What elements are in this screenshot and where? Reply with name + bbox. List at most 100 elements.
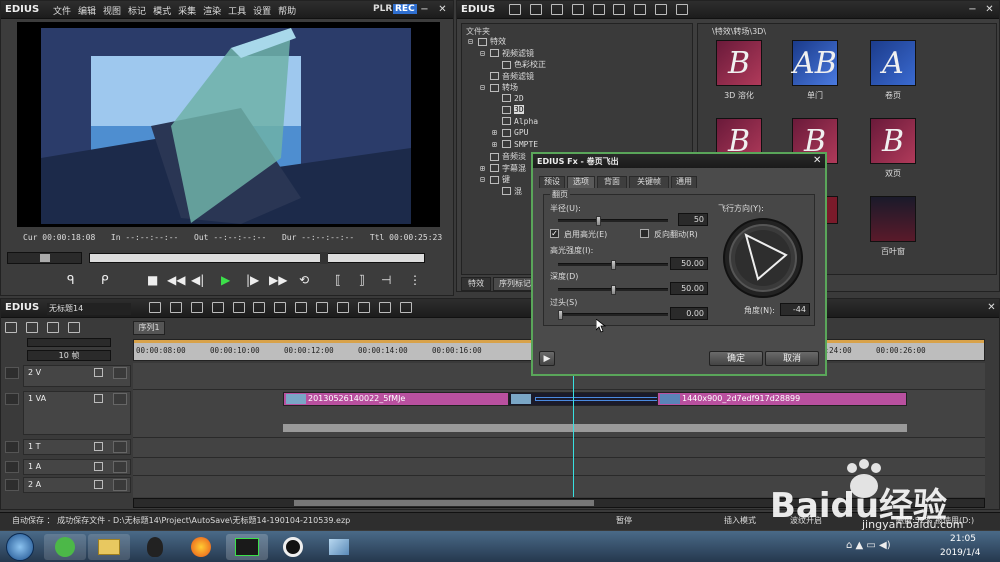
taskbar-recorder[interactable] bbox=[272, 534, 314, 560]
clock-time[interactable]: 21:05 bbox=[950, 534, 976, 544]
mode-icon-1[interactable] bbox=[5, 322, 17, 333]
overshoot-knob[interactable] bbox=[558, 310, 563, 320]
plr-label[interactable]: PLR bbox=[373, 4, 392, 14]
playhead-marker[interactable] bbox=[320, 252, 328, 264]
paste-icon[interactable] bbox=[295, 302, 308, 313]
menu-item-0[interactable]: 文件 bbox=[53, 4, 71, 17]
dialog-close-icon[interactable]: ✕ bbox=[813, 155, 821, 166]
effect-thumbnail[interactable]: B bbox=[870, 118, 916, 164]
rec-label[interactable]: REC bbox=[393, 4, 417, 14]
depth-knob[interactable] bbox=[610, 285, 616, 295]
properties-icon[interactable] bbox=[592, 4, 605, 15]
menu-item-2[interactable]: 视图 bbox=[103, 4, 121, 17]
sequence-tab[interactable]: 序列1 bbox=[133, 321, 165, 335]
clip-2[interactable]: 1440x900_2d7edf917d28899 bbox=[657, 392, 907, 406]
depth-value[interactable]: 50.00 bbox=[670, 282, 708, 295]
delete-icon[interactable] bbox=[571, 4, 584, 15]
overshoot-value[interactable]: 0.00 bbox=[670, 307, 708, 320]
clip-1[interactable]: 20130526140022_5fMJe bbox=[283, 392, 533, 406]
reverse-checkbox[interactable] bbox=[640, 229, 649, 238]
tree-expander-icon[interactable]: ⊞ bbox=[480, 164, 490, 173]
dialog-tab-2[interactable]: 背面 bbox=[597, 176, 627, 188]
fast-forward-icon[interactable]: ▶▶ bbox=[269, 273, 287, 287]
new-folder-icon[interactable] bbox=[550, 4, 563, 15]
magic-icon[interactable] bbox=[149, 302, 161, 313]
tree-expander-icon[interactable]: ⊞ bbox=[492, 128, 502, 137]
cancel-button[interactable]: 取消 bbox=[765, 351, 819, 366]
track-toggle-icon[interactable] bbox=[94, 394, 103, 403]
tree-expander-icon[interactable]: ⊟ bbox=[468, 37, 478, 46]
angle-value[interactable]: -44 bbox=[780, 303, 810, 316]
track-lock-icon[interactable] bbox=[5, 461, 19, 473]
play-icon[interactable]: ▶ bbox=[221, 273, 230, 287]
effects-tab-effects[interactable]: 特效 bbox=[461, 277, 491, 291]
new-seq-icon[interactable] bbox=[190, 302, 203, 313]
track-toggle-icon[interactable] bbox=[94, 462, 103, 471]
track-toggle-icon[interactable] bbox=[94, 368, 103, 377]
effect-thumbnail[interactable]: A bbox=[870, 40, 916, 86]
intensity-value[interactable]: 50.00 bbox=[670, 257, 708, 270]
rewind-icon[interactable]: ◀◀ bbox=[167, 273, 185, 287]
tree-item[interactable]: 3D bbox=[492, 105, 524, 114]
zoom-select[interactable]: 10 帧 bbox=[27, 350, 111, 361]
dialog-tab-0[interactable]: 预设 bbox=[539, 176, 565, 188]
taskbar-explorer[interactable] bbox=[88, 534, 130, 560]
taskbar-qq[interactable] bbox=[134, 534, 176, 560]
apply-icon[interactable] bbox=[613, 4, 626, 15]
effect-thumbnail[interactable] bbox=[870, 196, 916, 242]
shuttle-slider[interactable] bbox=[7, 252, 82, 264]
radius-value[interactable]: 50 bbox=[678, 213, 708, 226]
tree-item[interactable]: Alpha bbox=[492, 117, 538, 126]
effect-thumbnail[interactable]: AB bbox=[792, 40, 838, 86]
track-lock-icon[interactable] bbox=[5, 441, 19, 453]
preview-play-button[interactable]: ▶ bbox=[539, 351, 555, 366]
track-lock-icon[interactable] bbox=[5, 479, 19, 491]
tree-item[interactable]: ⊟ 转场 bbox=[480, 82, 518, 93]
step-forward-icon[interactable]: |▶ bbox=[246, 273, 259, 287]
effect-thumbnail[interactable]: B bbox=[716, 40, 762, 86]
lock-icon[interactable] bbox=[676, 4, 688, 15]
up-folder-icon[interactable] bbox=[529, 4, 542, 15]
radius-slider[interactable] bbox=[558, 216, 668, 226]
effects-minimize-icon[interactable]: − bbox=[967, 4, 978, 15]
dialog-tab-1[interactable]: 选项 bbox=[567, 176, 595, 188]
tray-icons[interactable]: ⌂ ▲ ▭ ◀) bbox=[846, 540, 891, 551]
menu-item-6[interactable]: 渲染 bbox=[203, 4, 221, 17]
menu-item-4[interactable]: 模式 bbox=[153, 4, 171, 17]
menu-item-1[interactable]: 编辑 bbox=[78, 4, 96, 17]
clock-date[interactable]: 2019/1/4 bbox=[940, 548, 980, 558]
tree-expander-icon[interactable]: ⊟ bbox=[480, 49, 490, 58]
more-icon[interactable]: ⋮ bbox=[409, 273, 421, 287]
tree-item[interactable]: ⊟ 特效 bbox=[468, 36, 506, 47]
tree-item[interactable]: 色彩校正 bbox=[492, 59, 546, 70]
dialog-tab-3[interactable]: 关键帧 bbox=[629, 176, 669, 188]
track-sync-icon[interactable] bbox=[113, 393, 127, 405]
minimize-icon[interactable]: − bbox=[419, 4, 430, 15]
redo-icon[interactable] bbox=[378, 302, 391, 313]
direction-dial[interactable] bbox=[722, 217, 804, 299]
track-lock-icon[interactable] bbox=[5, 393, 19, 405]
dialog-tab-4[interactable]: 通用 bbox=[671, 176, 697, 188]
menu-item-7[interactable]: 工具 bbox=[228, 4, 246, 17]
tree-item[interactable]: ⊞ 字幕混 bbox=[480, 163, 526, 174]
ok-button[interactable]: 确定 bbox=[709, 351, 763, 366]
copy-icon[interactable] bbox=[274, 302, 287, 313]
folder-icon[interactable] bbox=[509, 4, 521, 15]
scrub-bar[interactable] bbox=[89, 252, 425, 264]
intensity-slider[interactable] bbox=[558, 260, 668, 270]
transition-clip[interactable] bbox=[508, 392, 682, 406]
timeline-playhead[interactable] bbox=[573, 361, 574, 497]
effects-close-icon[interactable]: ✕ bbox=[984, 4, 995, 15]
tree-expander-icon[interactable]: ⊞ bbox=[492, 140, 502, 149]
step-back-icon[interactable]: ◀| bbox=[191, 273, 204, 287]
radius-knob[interactable] bbox=[595, 216, 601, 226]
track-sync-icon[interactable] bbox=[113, 367, 127, 379]
open-icon[interactable] bbox=[211, 302, 224, 313]
taskbar-firefox[interactable] bbox=[180, 534, 222, 560]
menu-item-3[interactable]: 标记 bbox=[128, 4, 146, 17]
track-toggle-icon[interactable] bbox=[94, 480, 103, 489]
track-sync-icon[interactable] bbox=[113, 441, 127, 453]
link-icon[interactable] bbox=[46, 322, 59, 333]
tree-item[interactable]: ⊟ 视频滤镜 bbox=[480, 48, 534, 59]
depth-slider[interactable] bbox=[558, 285, 668, 295]
